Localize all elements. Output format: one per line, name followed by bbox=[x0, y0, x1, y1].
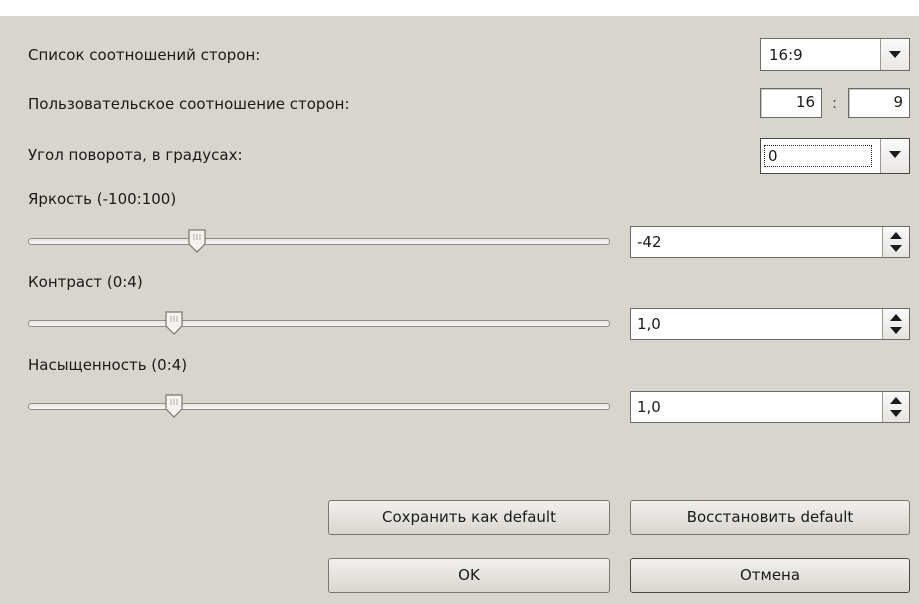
aspect-list-value: 16:9 bbox=[769, 45, 803, 64]
spin-buttons bbox=[882, 392, 909, 422]
spin-down-icon[interactable] bbox=[890, 245, 902, 252]
rotation-label: Угол поворота, в градусах: bbox=[28, 146, 243, 164]
custom-ratio-label: Пользовательское соотношение сторон: bbox=[28, 95, 350, 113]
aspect-list-combo[interactable]: 16:9 bbox=[760, 38, 910, 71]
brightness-value: -42 bbox=[637, 233, 662, 251]
ok-button[interactable]: OK bbox=[328, 558, 610, 593]
custom-ratio-height-input[interactable]: 9 bbox=[848, 88, 910, 118]
spin-down-icon[interactable] bbox=[890, 327, 902, 334]
brightness-label: Яркость (-100:100) bbox=[28, 190, 177, 208]
aspect-list-label: Список соотношений сторон: bbox=[28, 46, 261, 64]
contrast-slider-track[interactable] bbox=[28, 320, 610, 327]
rotation-value: 0 bbox=[764, 145, 872, 167]
spin-up-icon[interactable] bbox=[890, 397, 902, 404]
spin-buttons bbox=[882, 227, 909, 257]
cancel-button[interactable]: Отмена bbox=[630, 558, 910, 593]
contrast-slider-thumb[interactable] bbox=[164, 310, 184, 336]
brightness-slider-thumb[interactable] bbox=[187, 228, 207, 254]
spin-up-icon[interactable] bbox=[890, 232, 902, 239]
contrast-value: 1,0 bbox=[637, 315, 661, 333]
saturation-spinbox[interactable]: 1,0 bbox=[630, 391, 910, 423]
restore-default-button[interactable]: Восстановить default bbox=[630, 500, 910, 535]
contrast-label: Контраст (0:4) bbox=[28, 273, 143, 291]
spin-down-icon[interactable] bbox=[890, 410, 902, 417]
window-top-edge bbox=[0, 0, 919, 16]
save-default-button[interactable]: Сохранить как default bbox=[328, 500, 610, 535]
custom-ratio-separator: : bbox=[832, 94, 838, 112]
saturation-label: Насыщенность (0:4) bbox=[28, 356, 188, 374]
saturation-value: 1,0 bbox=[637, 398, 661, 416]
contrast-spinbox[interactable]: 1,0 bbox=[630, 308, 910, 340]
spin-up-icon[interactable] bbox=[890, 314, 902, 321]
spin-buttons bbox=[882, 309, 909, 339]
rotation-combo[interactable]: 0 bbox=[760, 138, 910, 174]
brightness-slider-track[interactable] bbox=[28, 238, 610, 245]
saturation-slider-track[interactable] bbox=[28, 403, 610, 410]
dropdown-arrow-icon[interactable] bbox=[880, 39, 909, 70]
saturation-slider-thumb[interactable] bbox=[164, 393, 184, 419]
custom-ratio-width-input[interactable]: 16 bbox=[760, 88, 822, 118]
dropdown-arrow-icon[interactable] bbox=[880, 139, 909, 173]
brightness-spinbox[interactable]: -42 bbox=[630, 226, 910, 258]
